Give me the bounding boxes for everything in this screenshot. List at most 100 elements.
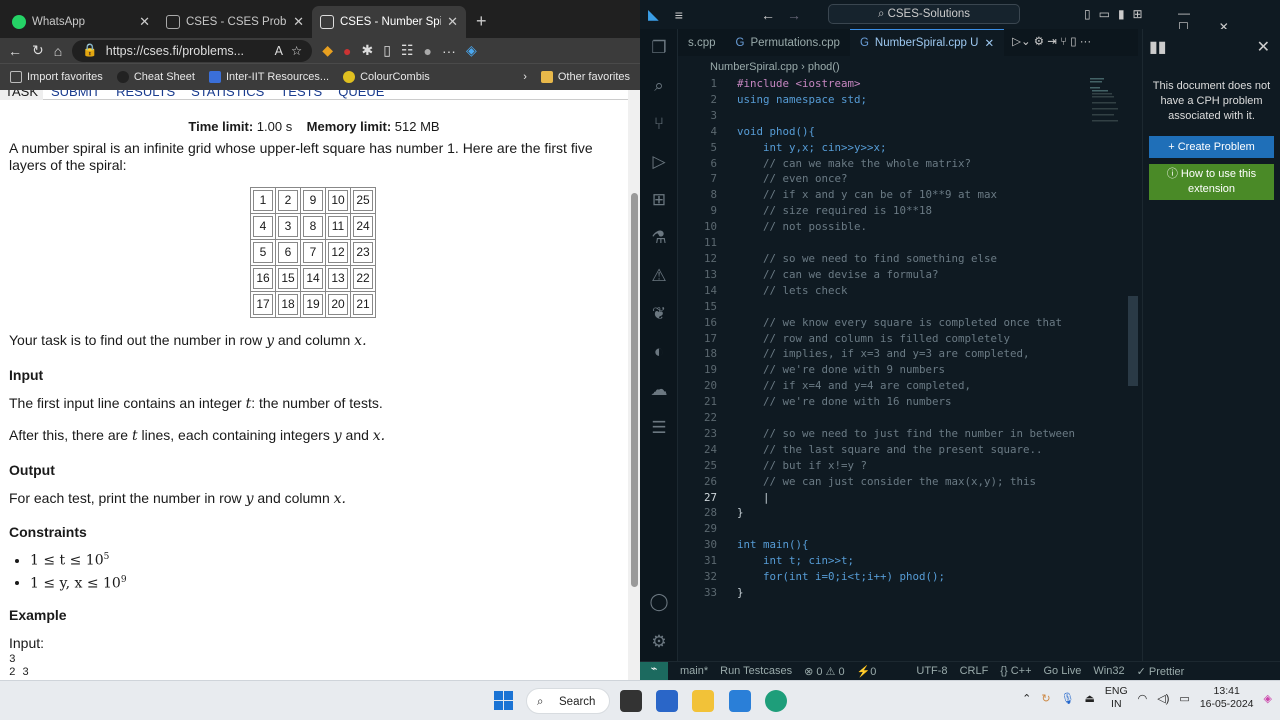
code-line[interactable]: 7 // even once? bbox=[678, 171, 1138, 187]
collections-icon[interactable]: ☷ bbox=[401, 42, 414, 59]
code-line[interactable]: 20 // if x=4 and y=4 are completed, bbox=[678, 378, 1138, 394]
refresh-icon[interactable]: ↻ bbox=[32, 42, 44, 59]
layout-icons[interactable]: ▯▭▮⊞ bbox=[1084, 7, 1151, 21]
code-line[interactable]: 22 bbox=[678, 410, 1138, 426]
code-line[interactable]: 13 // can we devise a formula? bbox=[678, 267, 1138, 283]
search-icon[interactable]: ⌕ bbox=[640, 67, 678, 105]
encoding-status[interactable]: UTF-8 bbox=[916, 665, 947, 677]
bookmark-inter-iit[interactable]: Inter-IIT Resources... bbox=[208, 71, 329, 83]
ports-status[interactable]: ⚡0 bbox=[857, 665, 877, 678]
menu-icon[interactable]: ≡ bbox=[675, 7, 683, 23]
nav-queue[interactable]: QUEUE bbox=[330, 90, 392, 100]
command-center-search[interactable]: ⌕ CSES-Solutions bbox=[828, 4, 1020, 24]
wifi-icon[interactable]: ◠ bbox=[1138, 692, 1148, 705]
code-line[interactable]: 10 // not possible. bbox=[678, 219, 1138, 235]
page-scrollbar-thumb[interactable] bbox=[631, 193, 638, 587]
tab-permutations[interactable]: G Permutations.cpp bbox=[726, 29, 850, 56]
code-line[interactable]: 6 // can we make the whole matrix? bbox=[678, 156, 1138, 172]
notes-icon[interactable]: ☰ bbox=[640, 409, 678, 447]
extensions-icon[interactable]: ⊞ bbox=[640, 181, 678, 219]
usb-icon[interactable]: ⏏ bbox=[1085, 692, 1095, 705]
problems-status[interactable]: ⊗ 0 ⚠ 0 bbox=[804, 665, 844, 678]
run-icon[interactable]: ▷⌄ ⚙ ⇥ ⑂ ▯ ··· bbox=[1012, 29, 1091, 56]
remote-icon[interactable]: ⌁ bbox=[640, 661, 668, 681]
bookmark-import-favorites[interactable]: Import favorites bbox=[10, 71, 103, 83]
code-line[interactable]: 12 // so we need to find something else bbox=[678, 251, 1138, 267]
testing-icon[interactable]: ⚗ bbox=[640, 219, 678, 257]
how-to-use-button[interactable]: ⓘ How to use this extension bbox=[1149, 164, 1274, 200]
code-line[interactable]: 8 // if x and y can be of 10**9 at max bbox=[678, 187, 1138, 203]
language-indicator[interactable]: ENG IN bbox=[1105, 685, 1128, 711]
code-line[interactable]: 5 int y,x; cin>>y>>x; bbox=[678, 140, 1138, 156]
star-icon[interactable]: ☆ bbox=[291, 43, 302, 58]
close-icon[interactable]: ✕ bbox=[139, 14, 150, 30]
code-line[interactable]: 28} bbox=[678, 505, 1138, 521]
close-panel-icon[interactable]: ✕ bbox=[1257, 37, 1270, 57]
code-line[interactable]: 24 // the last square and the present sq… bbox=[678, 442, 1138, 458]
edge-icon[interactable] bbox=[765, 690, 787, 712]
profile-avatar[interactable]: ● bbox=[423, 43, 431, 59]
code-editor[interactable]: 1 #include <iostream> 2 using namespace std… bbox=[678, 76, 1138, 650]
editor-scrollbar[interactable] bbox=[1128, 296, 1138, 386]
bookmark-colourcombis[interactable]: ColourCombis bbox=[343, 71, 430, 83]
more-menu-icon[interactable]: ··· bbox=[442, 43, 456, 59]
prettier-status[interactable]: ✓ Prettier bbox=[1137, 665, 1185, 678]
remote-icon[interactable]: ◐ bbox=[640, 333, 678, 371]
code-line[interactable]: 32 for(int i=0;i<t;i++) phod(); bbox=[678, 569, 1138, 585]
start-button[interactable] bbox=[494, 691, 513, 710]
code-line[interactable]: 16 // we know every square is completed … bbox=[678, 315, 1138, 331]
code-line[interactable]: 9 // size required is 10**18 bbox=[678, 203, 1138, 219]
code-line[interactable]: 25 // but if x!=y ? bbox=[678, 458, 1138, 474]
store-icon[interactable] bbox=[656, 690, 678, 712]
clock[interactable]: 13:41 16-05-2024 bbox=[1200, 685, 1254, 711]
explorer-icon[interactable]: ❐ bbox=[640, 29, 678, 67]
code-line[interactable]: 17 // row and column is filled completel… bbox=[678, 331, 1138, 347]
url-bar[interactable]: 🔒 https://cses.fi/problems... A ☆ bbox=[72, 39, 313, 62]
account-icon[interactable]: ◯ bbox=[640, 583, 678, 621]
copilot-taskbar-icon[interactable]: ◈ bbox=[1264, 692, 1272, 705]
source-control-icon[interactable]: ⑂ bbox=[640, 105, 678, 143]
close-icon[interactable]: ✕ bbox=[293, 14, 304, 30]
settings-gear-icon[interactable]: ⚙ bbox=[640, 623, 678, 661]
code-line[interactable]: 30 int main(){ bbox=[678, 537, 1138, 553]
nav-back-icon[interactable]: ← bbox=[761, 7, 775, 23]
tab-numberspiral[interactable]: G NumberSpiral.cpp U ✕ bbox=[849, 29, 1005, 56]
run-debug-icon[interactable]: ▷ bbox=[640, 143, 678, 181]
volume-icon[interactable]: ◁) bbox=[1157, 692, 1169, 705]
run-testcases-status[interactable]: Run Testcases bbox=[720, 665, 792, 677]
nav-task[interactable]: TASK bbox=[0, 90, 43, 100]
code-line[interactable]: 29 bbox=[678, 521, 1138, 537]
nav-submit[interactable]: SUBMIT bbox=[43, 90, 108, 100]
tab-s-cpp[interactable]: s.cpp bbox=[678, 29, 726, 56]
puzzle-icon[interactable]: ✱ bbox=[361, 42, 373, 59]
branch-status[interactable]: main* bbox=[680, 665, 708, 677]
leaf-icon[interactable]: ❦ bbox=[640, 295, 678, 333]
new-tab-button[interactable]: + bbox=[466, 11, 497, 38]
browser-tab-number-spiral[interactable]: CSES - Number Spiral ✕ bbox=[312, 6, 466, 38]
code-line[interactable]: 27 | bbox=[678, 490, 1138, 506]
nav-forward-icon[interactable]: → bbox=[787, 7, 801, 23]
code-line[interactable]: 19 // we're done with 9 numbers bbox=[678, 362, 1138, 378]
go-live-status[interactable]: Go Live bbox=[1044, 665, 1082, 677]
bookmark-cheat-sheet[interactable]: Cheat Sheet bbox=[116, 71, 195, 83]
code-line[interactable]: 2 using namespace std; bbox=[678, 92, 1138, 108]
nav-tests[interactable]: TESTS bbox=[272, 90, 330, 100]
browser-tab-cses-problem[interactable]: CSES - CSES Problem ✕ bbox=[158, 6, 312, 38]
nav-results[interactable]: RESULTS bbox=[108, 90, 183, 100]
mic-icon[interactable]: 🎙 bbox=[1061, 692, 1075, 705]
nav-statistics[interactable]: STATISTICS bbox=[183, 90, 272, 100]
code-line[interactable]: 11 bbox=[678, 235, 1138, 251]
code-line[interactable]: 21 // we're done with 16 numbers bbox=[678, 394, 1138, 410]
platform-status[interactable]: Win32 bbox=[1093, 665, 1124, 677]
copilot-icon[interactable]: ◈ bbox=[466, 42, 477, 59]
split-screen-icon[interactable]: ▯ bbox=[383, 42, 391, 59]
code-line[interactable]: 3 bbox=[678, 108, 1138, 124]
warning-icon[interactable]: ⚠ bbox=[640, 257, 678, 295]
create-problem-button[interactable]: + Create Problem bbox=[1149, 136, 1274, 158]
close-icon[interactable]: ✕ bbox=[984, 36, 994, 50]
breadcrumb-file[interactable]: NumberSpiral.cpp bbox=[710, 61, 798, 73]
sync-icon[interactable]: ↻ bbox=[1041, 692, 1050, 705]
back-icon[interactable]: ← bbox=[8, 43, 22, 59]
home-icon[interactable]: ⌂ bbox=[54, 43, 62, 59]
minimap[interactable] bbox=[1088, 76, 1136, 136]
